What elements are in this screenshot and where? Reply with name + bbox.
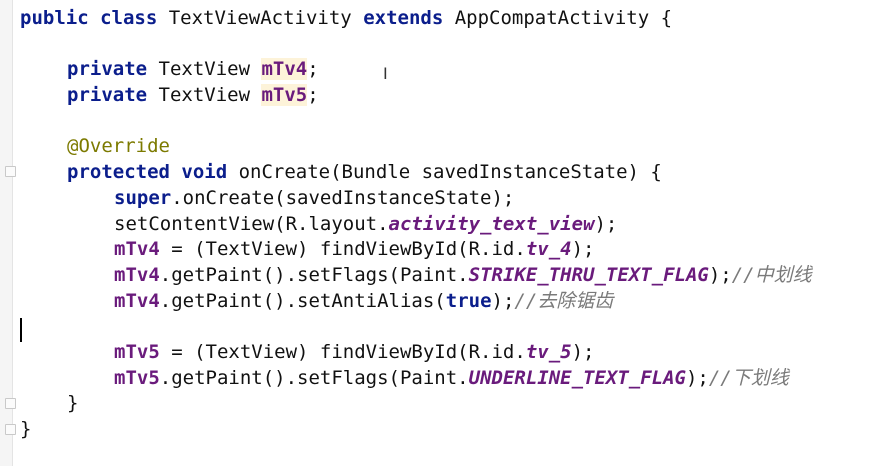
code-token: = (TextView) findViewById(R.id. xyxy=(159,238,526,261)
fold-toggle-oncreate-end[interactable] xyxy=(5,398,16,409)
code-token: mTv4 xyxy=(114,238,160,261)
code-token: private xyxy=(67,58,159,81)
code-line[interactable]: mTv4 = (TextView) findViewById(R.id.tv_4… xyxy=(20,237,812,263)
code-token: mTv5 xyxy=(261,84,308,107)
code-line[interactable]: setContentView(R.layout.activity_text_vi… xyxy=(20,212,812,238)
code-token: TextView xyxy=(158,58,262,81)
code-token: UNDERLINE_TEXT_FLAG xyxy=(468,366,686,389)
code-line[interactable]: mTv4.getPaint().setFlags(Paint.STRIKE_TH… xyxy=(20,263,812,289)
code-token: .getPaint().setFlags(Paint. xyxy=(159,263,469,286)
code-line[interactable]: } xyxy=(20,391,812,417)
code-token: } xyxy=(67,392,79,415)
code-token: true xyxy=(445,289,492,312)
code-token: ; xyxy=(307,58,319,81)
editor-gutter[interactable] xyxy=(0,0,13,466)
code-line[interactable] xyxy=(20,314,812,340)
code-token: mTv5 xyxy=(114,366,160,389)
code-token: .getPaint().setFlags(Paint. xyxy=(159,366,469,389)
code-token: activity_text_view xyxy=(388,212,595,235)
code-line[interactable]: } xyxy=(20,417,812,443)
code-token: mTv4 xyxy=(261,58,308,81)
code-token: ); xyxy=(594,212,618,235)
code-token: setContentView(R.layout. xyxy=(114,212,389,235)
fold-toggle-class-end[interactable] xyxy=(5,424,16,435)
code-token: STRIKE_THRU_TEXT_FLAG xyxy=(468,263,709,286)
code-comment: //去除锯齿 xyxy=(514,289,614,312)
code-line[interactable]: private TextView mTv5; xyxy=(20,83,812,109)
code-token: tv_5 xyxy=(525,340,572,363)
code-token: ); xyxy=(685,366,709,389)
code-token: @Override xyxy=(67,135,170,158)
code-comment: //中划线 xyxy=(731,263,812,286)
code-token: ); xyxy=(571,238,595,261)
code-token: extends xyxy=(363,7,455,29)
code-token: private xyxy=(67,84,159,107)
code-token: .getPaint().setAntiAlias( xyxy=(159,289,446,312)
code-token: tv_4 xyxy=(525,238,572,261)
code-token: protected void xyxy=(67,161,239,184)
code-comment: //下划线 xyxy=(708,366,789,389)
code-line[interactable]: protected void onCreate(Bundle savedInst… xyxy=(20,160,812,186)
code-line[interactable]: mTv4.getPaint().setAntiAlias(true);//去除锯… xyxy=(20,289,812,315)
code-token: TextView xyxy=(158,84,262,107)
code-line[interactable] xyxy=(20,32,812,58)
code-token: super xyxy=(114,186,172,209)
code-token: ); xyxy=(571,340,595,363)
code-token: public class xyxy=(20,7,169,29)
code-line[interactable]: public class TextViewActivity extends Ap… xyxy=(20,6,812,32)
code-token: .onCreate(savedInstanceState); xyxy=(171,186,515,209)
code-token: ); xyxy=(491,289,515,312)
code-token: mTv5 xyxy=(114,340,160,363)
code-token: mTv4 xyxy=(114,263,160,286)
code-token: AppCompatActivity { xyxy=(454,7,673,29)
code-token: } xyxy=(20,418,32,440)
code-token: ; xyxy=(307,84,319,107)
code-token: mTv4 xyxy=(114,289,160,312)
code-token: TextViewActivity xyxy=(168,7,364,29)
code-line[interactable]: @Override xyxy=(20,134,812,160)
code-line[interactable] xyxy=(20,109,812,135)
code-line[interactable]: mTv5.getPaint().setFlags(Paint.UNDERLINE… xyxy=(20,366,812,392)
code-editor[interactable]: public class TextViewActivity extends Ap… xyxy=(20,6,812,443)
code-line[interactable]: super.onCreate(savedInstanceState); xyxy=(20,186,812,212)
code-line[interactable]: private TextView mTv4; xyxy=(20,57,812,83)
code-token: ); xyxy=(708,263,732,286)
code-token: = (TextView) findViewById(R.id. xyxy=(159,340,526,363)
fold-toggle-oncreate[interactable] xyxy=(5,166,16,177)
code-token: onCreate(Bundle savedInstanceState) { xyxy=(238,161,662,184)
code-line[interactable]: mTv5 = (TextView) findViewById(R.id.tv_5… xyxy=(20,340,812,366)
